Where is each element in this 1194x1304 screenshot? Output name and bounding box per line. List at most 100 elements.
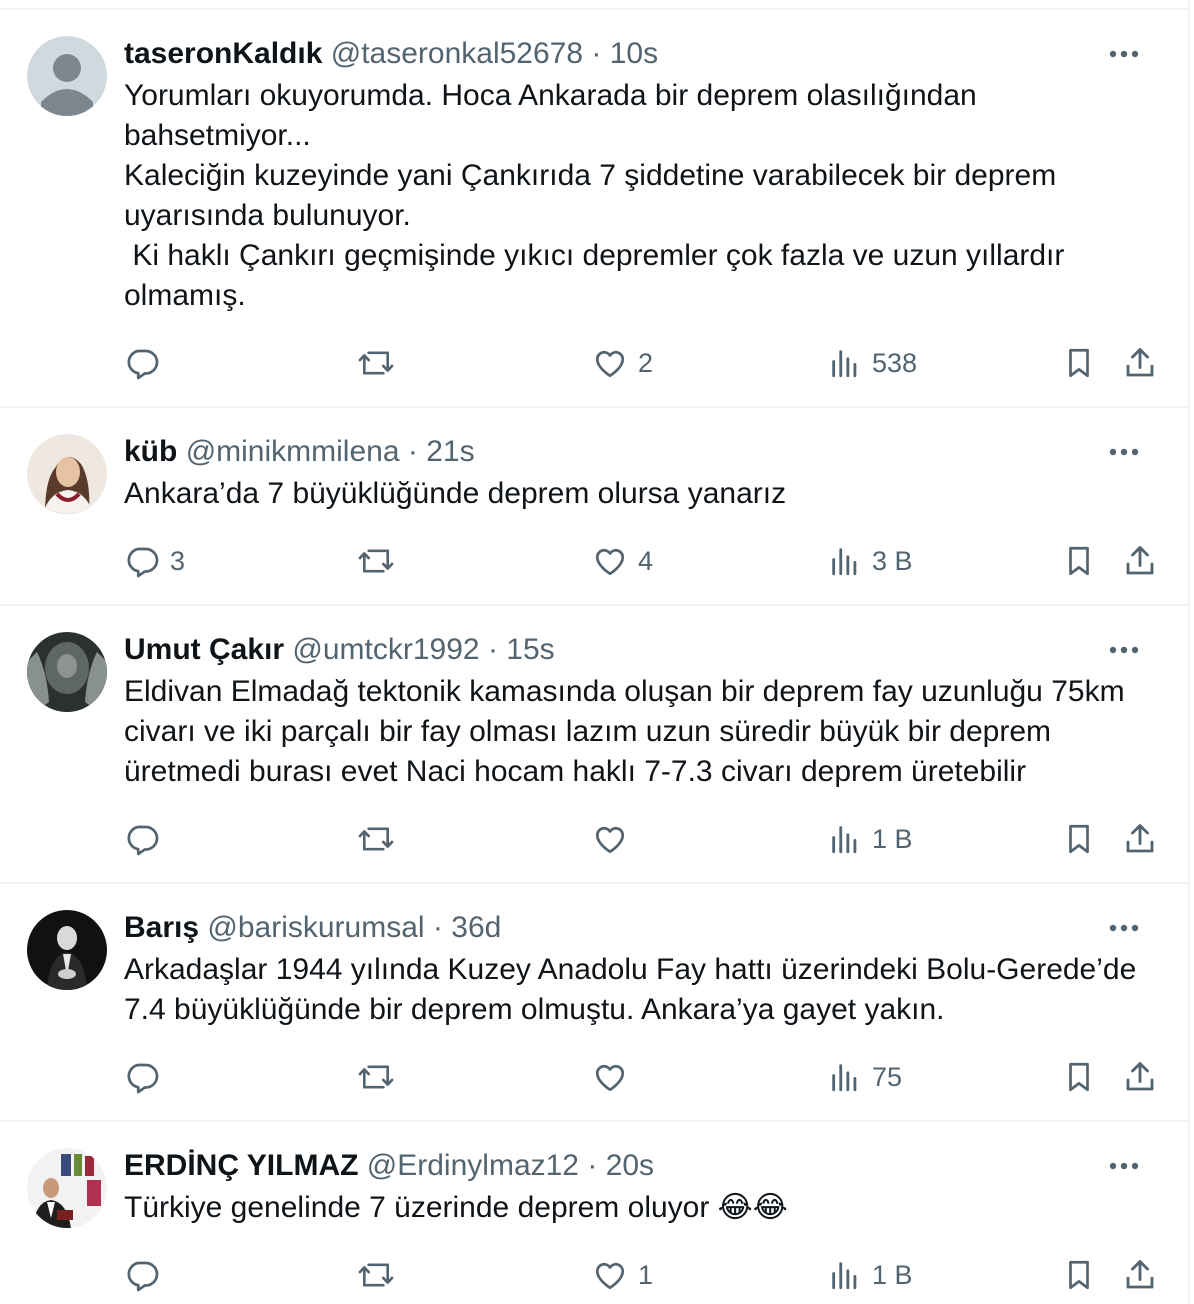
reply-button[interactable] (124, 1255, 170, 1295)
user-handle[interactable]: @umtckr1992 (292, 633, 479, 666)
bookmark-button[interactable] (1062, 1057, 1096, 1097)
bookmark-button[interactable] (1062, 819, 1096, 859)
like-button[interactable] (592, 1057, 638, 1097)
share-icon (1126, 546, 1154, 575)
like-icon (595, 350, 625, 378)
retweet-button[interactable] (357, 819, 395, 859)
views-button[interactable]: 3 B (828, 541, 913, 581)
views-icon (832, 826, 857, 854)
reply-icon (127, 349, 159, 380)
tweet-header: Umut Çakır @umtckr1992 · 15s (124, 630, 1120, 670)
more-icon[interactable] (1108, 912, 1140, 944)
timestamp[interactable]: 20s (606, 1149, 654, 1182)
like-button[interactable] (592, 819, 638, 859)
views-count: 3 B (872, 545, 913, 576)
user-handle[interactable]: @Erdinylmaz12 (367, 1149, 579, 1182)
like-count: 1 (638, 1259, 654, 1290)
retweet-icon (358, 827, 394, 851)
reply-button[interactable]: 3 (124, 541, 185, 581)
bookmark-button[interactable] (1062, 541, 1096, 581)
tweet-header: Barış @bariskurumsal · 36d (124, 908, 1120, 948)
tweet-actions: 2 538 (0, 343, 1190, 383)
bookmark-icon (1069, 1260, 1089, 1290)
share-icon (1126, 824, 1154, 853)
share-button[interactable] (1122, 1255, 1158, 1295)
views-button[interactable]: 1 B (828, 819, 913, 859)
share-button[interactable] (1122, 343, 1158, 383)
timestamp[interactable]: 15s (506, 633, 554, 666)
views-button[interactable]: 1 B (828, 1255, 913, 1295)
tweet-text: Arkadaşlar 1944 yılında Kuzey Anadolu Fa… (124, 953, 1137, 1026)
views-icon (832, 1064, 857, 1092)
timestamp[interactable]: 21s (426, 435, 474, 468)
timestamp[interactable]: 10s (610, 37, 658, 70)
views-icon (832, 548, 857, 576)
avatar[interactable] (27, 632, 107, 712)
tweet-header: küb @minikmmilena · 21s (124, 432, 1120, 472)
tweet-actions: 1 1 B (0, 1255, 1190, 1295)
views-count: 75 (872, 1061, 903, 1092)
tweet-header: ERDİNÇ YILMAZ @Erdinylmaz12 · 20s (124, 1146, 1120, 1186)
user-handle[interactable]: @taseronkal52678 (331, 37, 583, 70)
like-count: 2 (638, 347, 654, 378)
reply-icon (127, 1261, 159, 1292)
tweet[interactable]: Barış @bariskurumsal · 36d Arkadaşlar 19… (0, 884, 1190, 1122)
reply-icon (127, 1063, 159, 1094)
more-icon[interactable] (1108, 436, 1140, 468)
retweet-button[interactable] (357, 1255, 395, 1295)
views-count: 538 (872, 347, 918, 378)
tweet-actions: 3 4 3 B (0, 541, 1190, 581)
reply-count: 3 (170, 545, 186, 576)
display-name[interactable]: Barış (124, 911, 199, 944)
avatar[interactable] (27, 36, 107, 116)
tweet[interactable]: ERDİNÇ YILMAZ @Erdinylmaz12 · 20s Türkiy… (0, 1122, 1190, 1304)
like-button[interactable]: 2 (592, 343, 653, 383)
avatar[interactable] (27, 1148, 107, 1228)
retweet-icon (358, 1263, 394, 1287)
avatar[interactable] (27, 910, 107, 990)
reply-button[interactable] (124, 343, 170, 383)
bookmark-icon (1069, 824, 1089, 854)
share-button[interactable] (1122, 1057, 1158, 1097)
bookmark-button[interactable] (1062, 1255, 1096, 1295)
like-count: 4 (638, 545, 654, 576)
display-name[interactable]: küb (124, 435, 177, 468)
bookmark-button[interactable] (1062, 343, 1096, 383)
share-button[interactable] (1122, 819, 1158, 859)
retweet-button[interactable] (357, 541, 395, 581)
tweet[interactable]: taseronKaldık @taseronkal52678 · 10s Yor… (0, 10, 1190, 408)
separator-dot: · (407, 435, 418, 468)
like-icon (595, 1262, 625, 1290)
retweet-icon (358, 549, 394, 573)
share-button[interactable] (1122, 541, 1158, 581)
more-icon[interactable] (1108, 38, 1140, 70)
bookmark-icon (1069, 546, 1089, 576)
views-icon (832, 1262, 857, 1290)
views-button[interactable]: 538 (828, 343, 917, 383)
more-icon[interactable] (1108, 634, 1140, 666)
tweet-text: Ankara’da 7 büyüklüğünde deprem olursa y… (124, 477, 787, 510)
views-count: 1 B (872, 1259, 913, 1290)
reply-icon (127, 547, 159, 578)
display-name[interactable]: Umut Çakır (124, 633, 284, 666)
share-icon (1126, 1062, 1154, 1091)
like-button[interactable]: 1 (592, 1255, 653, 1295)
like-button[interactable]: 4 (592, 541, 653, 581)
separator-dot: · (432, 911, 443, 944)
timestamp[interactable]: 36d (451, 911, 501, 944)
avatar[interactable] (27, 434, 107, 514)
user-handle[interactable]: @minikmmilena (186, 435, 400, 468)
bookmark-icon (1069, 1062, 1089, 1092)
more-icon[interactable] (1108, 1150, 1140, 1182)
retweet-button[interactable] (357, 343, 395, 383)
display-name[interactable]: ERDİNÇ YILMAZ (124, 1149, 358, 1182)
reply-button[interactable] (124, 1057, 170, 1097)
like-icon (595, 826, 625, 854)
reply-button[interactable] (124, 819, 170, 859)
views-button[interactable]: 75 (828, 1057, 902, 1097)
display-name[interactable]: taseronKaldık (124, 37, 322, 70)
tweet[interactable]: Umut Çakır @umtckr1992 · 15s Eldivan Elm… (0, 606, 1190, 884)
user-handle[interactable]: @bariskurumsal (207, 911, 424, 944)
tweet[interactable]: küb @minikmmilena · 21s Ankara’da 7 büyü… (0, 408, 1190, 606)
retweet-button[interactable] (357, 1057, 395, 1097)
